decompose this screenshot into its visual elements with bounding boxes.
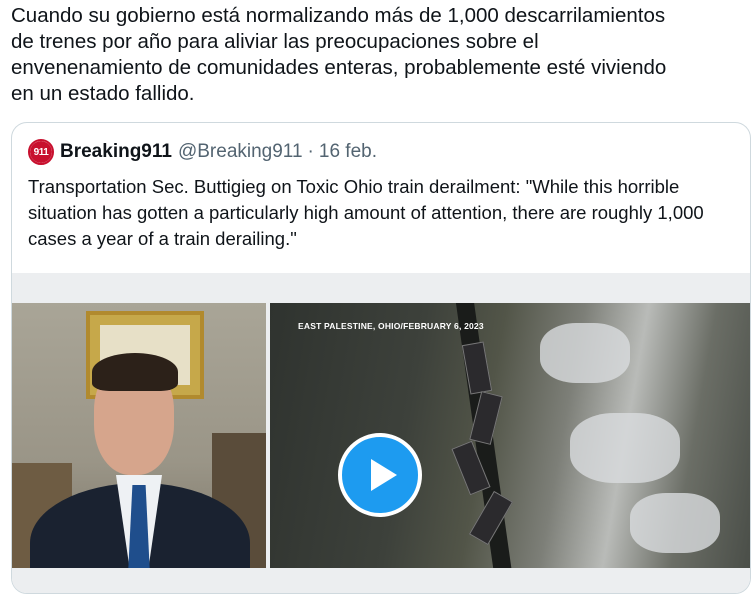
media-container: EAST PALESTINE, OHIO/FEBRUARY 6, 2023	[12, 273, 750, 593]
video-right-panel[interactable]: EAST PALESTINE, OHIO/FEBRUARY 6, 2023	[270, 303, 750, 568]
video-caption: EAST PALESTINE, OHIO/FEBRUARY 6, 2023	[298, 321, 484, 331]
user-handle[interactable]: @Breaking911	[178, 141, 303, 163]
play-icon	[370, 459, 397, 491]
quoted-tweet-header: 911 Breaking911 @Breaking911 · 16 feb.	[28, 137, 377, 167]
tweet-text: Cuando su gobierno está normalizando más…	[11, 4, 667, 105]
separator-dot: ·	[307, 141, 314, 162]
snow-patch	[540, 323, 630, 383]
video-left-panel[interactable]	[12, 303, 266, 568]
play-button[interactable]	[338, 433, 422, 517]
quoted-tweet-card[interactable]: 911 Breaking911 @Breaking911 · 16 feb. T…	[11, 122, 751, 594]
display-name[interactable]: Breaking911	[60, 141, 172, 163]
speaker-hair	[92, 353, 178, 391]
tweet-date[interactable]: 16 feb.	[319, 141, 377, 163]
snow-patch	[570, 413, 680, 483]
quoted-tweet-text: Transportation Sec. Buttigieg on Toxic O…	[28, 176, 704, 249]
snow-patch	[630, 493, 720, 553]
breaking911-logo-icon: 911	[30, 141, 52, 163]
avatar[interactable]: 911	[28, 139, 54, 165]
